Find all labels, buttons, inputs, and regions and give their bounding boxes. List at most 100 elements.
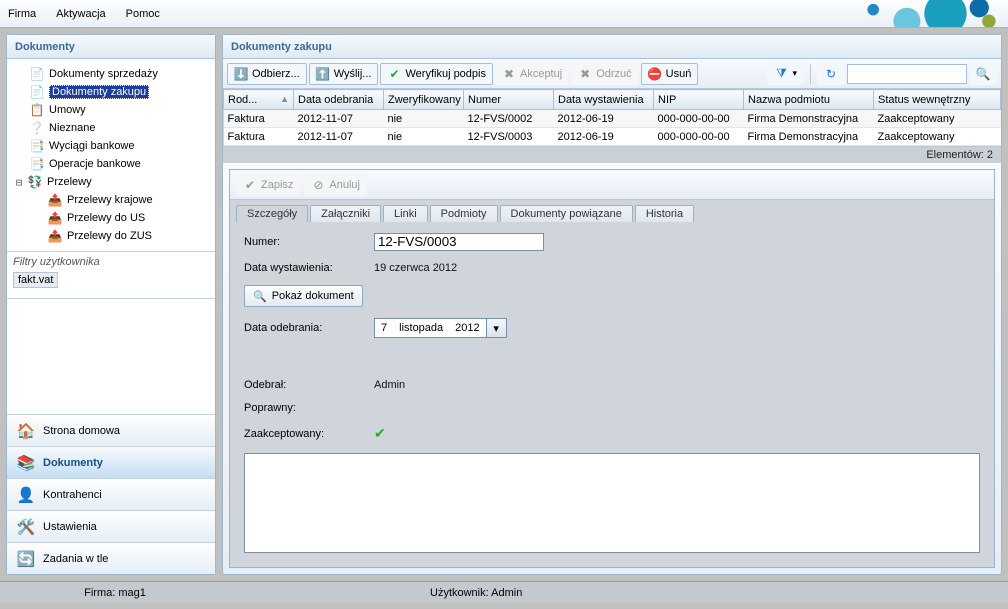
sort-asc-icon: ▲ bbox=[280, 94, 289, 104]
filters-title: Filtry użytkownika bbox=[13, 256, 209, 268]
reject-icon: ✖ bbox=[578, 67, 592, 81]
user-filters: Filtry użytkownika fakt.vat bbox=[7, 252, 215, 299]
collapse-icon[interactable]: ⊟ bbox=[13, 176, 25, 189]
question-icon: ❔ bbox=[29, 120, 45, 136]
table-row[interactable]: Faktura 2012-11-07 nie 12-FVS/0003 2012-… bbox=[224, 128, 1001, 146]
nav-label: Dokumenty bbox=[43, 457, 103, 469]
cell: nie bbox=[384, 110, 464, 128]
main-panel: Dokumenty zakupu ⬇️Odbierz... ⬆️Wyślij..… bbox=[222, 34, 1002, 575]
btn-label: Usuń bbox=[666, 68, 692, 80]
date-month: listopada bbox=[393, 322, 449, 334]
odbierz-button[interactable]: ⬇️Odbierz... bbox=[227, 63, 307, 85]
col-nip[interactable]: NIP bbox=[654, 90, 744, 110]
col-numer[interactable]: Numer bbox=[464, 90, 554, 110]
tools-icon: 🛠️ bbox=[17, 518, 35, 536]
menu-pomoc[interactable]: Pomoc bbox=[126, 8, 160, 20]
chevron-down-icon[interactable]: ▾ bbox=[486, 319, 506, 337]
transfer-pl-icon: 📤 bbox=[47, 192, 63, 208]
tree-item-przelewy-us[interactable]: 📤Przelewy do US bbox=[11, 209, 211, 227]
weryfikuj-button[interactable]: ✔Weryfikuj podpis bbox=[380, 63, 493, 85]
cell: Firma Demonstracyjna bbox=[744, 110, 874, 128]
numer-input[interactable] bbox=[374, 233, 544, 251]
nav-kontrahenci[interactable]: 👤 Kontrahenci bbox=[7, 478, 215, 510]
menu-firma[interactable]: Firma bbox=[8, 8, 36, 20]
tree-label: Umowy bbox=[49, 104, 86, 116]
nav-documents[interactable]: 📚Dokumenty bbox=[7, 446, 215, 478]
refresh-icon: 🔄 bbox=[17, 550, 35, 568]
tree-item-zakupu[interactable]: 📄 Dokumenty zakupu bbox=[11, 83, 211, 101]
col-data-wystawienia[interactable]: Data wystawienia bbox=[554, 90, 654, 110]
pokaz-dokument-button[interactable]: 🔍Pokaż dokument bbox=[244, 285, 363, 307]
tab-dokumenty-powiazane[interactable]: Dokumenty powiązane bbox=[500, 205, 633, 222]
check-icon: ✔ bbox=[387, 67, 401, 81]
reload-button[interactable]: ↻ bbox=[817, 63, 845, 85]
cancel-icon: ⊘ bbox=[311, 178, 325, 192]
tree-item-przelewy-krajowe[interactable]: 📤Przelewy krajowe bbox=[11, 191, 211, 209]
tree-item-nieznane[interactable]: ❔Nieznane bbox=[11, 119, 211, 137]
col-data-odebrania[interactable]: Data odebrania bbox=[294, 90, 384, 110]
date-year: 2012 bbox=[449, 322, 485, 334]
status-bar: Firma: mag1 Użytkownik: Admin bbox=[0, 581, 1008, 603]
tree-item-operacje[interactable]: 📑Operacje bankowe bbox=[11, 155, 211, 173]
decor-bubbles bbox=[748, 0, 1008, 27]
sidebar: Dokumenty 📄Dokumenty sprzedaży 📄Dokument… bbox=[6, 34, 216, 575]
table-row[interactable]: Faktura 2012-11-07 nie 12-FVS/0002 2012-… bbox=[224, 110, 1001, 128]
document-tree: 📄Dokumenty sprzedaży 📄 Dokumenty zakupu 📋… bbox=[7, 59, 215, 252]
status-user: Użytkownik: Admin bbox=[230, 587, 1008, 599]
detail-tabs: Szczegóły Załączniki Linki Podmioty Doku… bbox=[230, 200, 994, 222]
bank-icon: 📑 bbox=[29, 138, 45, 154]
detail-toolbar: ✔Zapisz ⊘Anuluj bbox=[230, 170, 994, 200]
transfer-icon: 💱 bbox=[27, 174, 43, 190]
reload-icon: ↻ bbox=[824, 67, 838, 81]
search-button[interactable]: 🔍 bbox=[969, 63, 997, 85]
tree-item-przelewy-zus[interactable]: 📤Przelewy do ZUS bbox=[11, 227, 211, 245]
usun-button[interactable]: ⛔Usuń bbox=[641, 63, 699, 85]
col-status[interactable]: Status wewnętrzny bbox=[874, 90, 1001, 110]
cell: 000-000-00-00 bbox=[654, 110, 744, 128]
col-nazwa[interactable]: Nazwa podmiotu bbox=[744, 90, 874, 110]
cell: Firma Demonstracyjna bbox=[744, 128, 874, 146]
main-toolbar: ⬇️Odbierz... ⬆️ Wyślij... ✔Weryfikuj podp… bbox=[223, 59, 1001, 89]
upload-icon: ⬆️ bbox=[316, 67, 330, 81]
checkmark-icon: ✔ bbox=[374, 425, 386, 441]
anuluj-button: ⊘Anuluj bbox=[304, 174, 367, 196]
cell: 12-FVS/0002 bbox=[464, 110, 554, 128]
filter-button[interactable]: ⧩▾ bbox=[767, 63, 804, 85]
nav-zadania[interactable]: 🔄Zadania w tle bbox=[7, 542, 215, 574]
wyslij-button[interactable]: ⬆️ Wyślij... bbox=[309, 63, 379, 85]
tree-item-sprzedazy[interactable]: 📄Dokumenty sprzedaży bbox=[11, 65, 211, 83]
col-rodzaj[interactable]: Rod...▲ bbox=[224, 90, 294, 110]
tree-label: Operacje bankowe bbox=[49, 158, 141, 170]
btn-label: Wyślij... bbox=[334, 68, 372, 80]
transfer-zus-icon: 📤 bbox=[47, 228, 63, 244]
label-poprawny: Poprawny: bbox=[244, 402, 374, 414]
tree-item-wyciagi[interactable]: 📑Wyciągi bankowe bbox=[11, 137, 211, 155]
view-icon: 🔍 bbox=[253, 290, 267, 303]
nav-label: Kontrahenci bbox=[43, 489, 102, 501]
search-input[interactable] bbox=[847, 64, 967, 84]
cell: Zaakceptowany bbox=[874, 110, 1001, 128]
tab-historia[interactable]: Historia bbox=[635, 205, 694, 222]
col-zweryfikowany[interactable]: Zweryfikowany bbox=[384, 90, 464, 110]
tab-podmioty[interactable]: Podmioty bbox=[430, 205, 498, 222]
btn-label: Zapisz bbox=[261, 179, 293, 191]
menu-aktywacja[interactable]: Aktywacja bbox=[56, 8, 106, 20]
magnifier-icon: 🔍 bbox=[976, 67, 990, 81]
tab-linki[interactable]: Linki bbox=[383, 205, 428, 222]
cell: Zaakceptowany bbox=[874, 128, 1001, 146]
filter-chip[interactable]: fakt.vat bbox=[13, 272, 58, 288]
cell: Faktura bbox=[224, 128, 294, 146]
tree-item-przelewy[interactable]: ⊟💱Przelewy bbox=[11, 173, 211, 191]
tab-szczegoly[interactable]: Szczegóły bbox=[236, 205, 308, 222]
notes-textarea[interactable] bbox=[244, 453, 980, 553]
tree-label: Dokumenty zakupu bbox=[49, 85, 149, 99]
doc-in-icon: 📄 bbox=[29, 84, 45, 100]
tree-item-umowy[interactable]: 📋Umowy bbox=[11, 101, 211, 119]
nav-home[interactable]: 🏠Strona domowa bbox=[7, 414, 215, 446]
person-icon: 👤 bbox=[17, 486, 35, 504]
home-icon: 🏠 bbox=[17, 422, 35, 440]
cell: 000-000-00-00 bbox=[654, 128, 744, 146]
tab-zalaczniki[interactable]: Załączniki bbox=[310, 205, 381, 222]
date-picker[interactable]: 7 listopada 2012 ▾ bbox=[374, 318, 507, 338]
nav-ustawienia[interactable]: 🛠️Ustawienia bbox=[7, 510, 215, 542]
